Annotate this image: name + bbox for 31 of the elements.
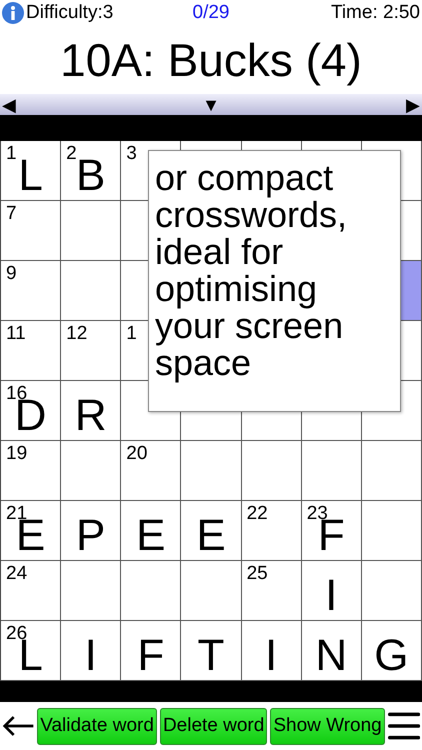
cell-letter: F xyxy=(137,634,164,678)
cell-letter: E xyxy=(136,514,166,558)
cell-letter: R xyxy=(74,394,107,438)
clue-number: 19 xyxy=(6,444,28,463)
cell-letter: P xyxy=(76,514,106,558)
tip-text: or compact crosswords, ideal for optimising your screen space xyxy=(155,159,348,381)
clue-number: 2 xyxy=(66,144,77,163)
difficulty-label: Difficulty:3 xyxy=(26,2,114,24)
cell-letter: T xyxy=(198,634,224,678)
clue-number: 9 xyxy=(6,264,17,283)
clue-number: 7 xyxy=(6,204,17,223)
clue-number: 1 xyxy=(126,324,137,343)
clue-number: 20 xyxy=(126,444,148,463)
timer: Time: 2:50 xyxy=(330,2,420,24)
clue-number: 1 xyxy=(6,144,17,163)
clue-number: 11 xyxy=(6,324,26,343)
clue-number: 3 xyxy=(126,144,137,163)
progress-counter: 0/29 xyxy=(192,2,230,24)
cell-letter: G xyxy=(374,634,409,678)
clue-number: 12 xyxy=(66,324,88,343)
cell-letter: N xyxy=(315,634,348,678)
clue-number: 25 xyxy=(246,564,268,583)
clue-text: 10A: Bucks (4) xyxy=(59,33,363,88)
cell-letter: I xyxy=(84,634,97,678)
cell-letter: E xyxy=(196,514,226,558)
clue-number: 24 xyxy=(6,564,28,583)
cell-letter: B xyxy=(76,154,106,198)
clue-number: 22 xyxy=(246,504,268,523)
cell-letter: I xyxy=(265,634,278,678)
cell-letter: I xyxy=(325,574,338,618)
cell-letter: L xyxy=(18,154,43,198)
